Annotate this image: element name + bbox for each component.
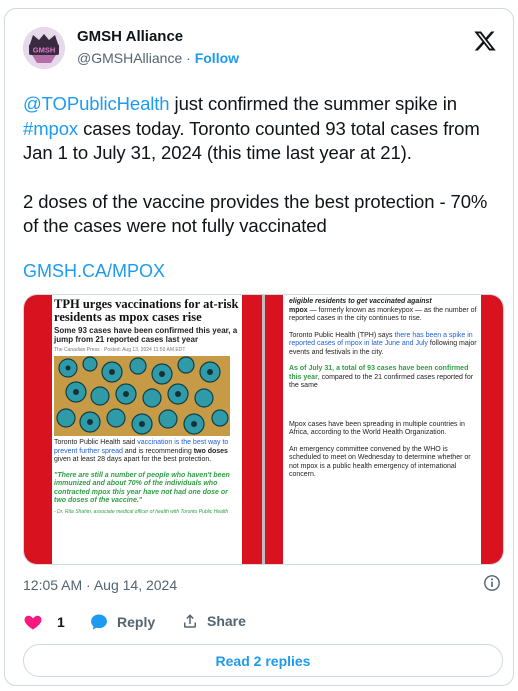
info-icon[interactable] (483, 574, 501, 592)
tweet-timestamp[interactable]: 12:05 AM · Aug 14, 2024 (23, 577, 177, 593)
article-left: TPH urges vaccinations for at-risk resid… (54, 298, 240, 515)
avatar-text: GMSH (33, 46, 56, 55)
article-right: eligible residents to get vaccinated aga… (289, 298, 477, 480)
tweet-header: GMSH GMSH Alliance @GMSHAlliance · Follo… (23, 25, 499, 69)
share-button[interactable]: Share (181, 612, 246, 630)
tweet-paragraph-2: 2 doses of the vaccine provides the best… (23, 190, 488, 237)
article-quote: "There are still a number of people who … (54, 471, 230, 505)
article-link[interactable]: GMSH.CA/MPOX (23, 261, 165, 282)
article-title: TPH urges vaccinations for at-risk resid… (54, 297, 239, 324)
heart-icon (24, 615, 42, 630)
author-handle[interactable]: @GMSHAlliance (77, 50, 182, 66)
red-border-right (481, 295, 503, 564)
speech-bubble-icon (91, 614, 107, 630)
author-handle-row: @GMSHAlliance · Follow (77, 50, 239, 66)
article-right-paragraph-5: An emergency committee convened by the W… (289, 445, 471, 479)
article-meta: The Canadian Press · Posted: Aug 13, 202… (54, 347, 186, 353)
media-panel-right[interactable]: eligible residents to get vaccinated aga… (265, 295, 503, 564)
hashtag-link[interactable]: #mpox (23, 118, 78, 139)
media-panel-left[interactable]: TPH urges vaccinations for at-risk resid… (24, 295, 262, 564)
red-border-left (24, 295, 52, 564)
author-display-name[interactable]: GMSH Alliance (77, 28, 239, 45)
action-bar: 1 Reply Share (23, 612, 499, 636)
article-right-paragraph-2: Toronto Public Health (TPH) says there h… (289, 332, 477, 358)
author-names: GMSH Alliance @GMSHAlliance · Follow (77, 28, 239, 66)
text-part: and is recommending (122, 447, 194, 455)
article-right-paragraph-3: As of July 31, a total of 93 cases have … (289, 365, 477, 391)
x-logo-icon[interactable] (473, 29, 497, 53)
virus-microscope-image (54, 356, 230, 436)
article-subtitle: Some 93 cases have been confirmed this y… (54, 326, 238, 344)
tweet-card: GMSH GMSH Alliance @GMSHAlliance · Follo… (4, 8, 514, 686)
text-part: — formerly known as monkeypox — as the n… (289, 306, 477, 323)
text-part: eligible residents to get vaccinated aga… (289, 298, 432, 305)
like-count: 1 (57, 614, 65, 630)
avatar[interactable]: GMSH (23, 27, 65, 69)
like-button[interactable]: 1 (23, 612, 65, 632)
avatar-logo-icon: GMSH (23, 27, 65, 69)
article-left-paragraph: Toronto Public Health said vaccination i… (54, 439, 240, 465)
share-upload-icon (184, 614, 196, 628)
text-part: given at least 28 days apart for the bes… (54, 456, 212, 463)
follow-link[interactable]: Follow (195, 50, 239, 66)
tweet-paragraph-1: @TOPublicHealth just confirmed the summe… (23, 92, 499, 166)
separator-dot: · (186, 50, 191, 66)
text-bold: two doses (193, 447, 228, 455)
red-border-left-inner (242, 295, 262, 564)
tweet-media[interactable]: TPH urges vaccinations for at-risk resid… (23, 294, 504, 565)
read-replies-button[interactable]: Read 2 replies (23, 644, 503, 677)
article-right-paragraph-4: Mpox cases have been spreading in multip… (289, 420, 465, 437)
share-label: Share (207, 613, 246, 629)
tweet-text-part: cases today. Toronto counted 93 total ca… (23, 117, 480, 164)
reply-button[interactable]: Reply (89, 612, 155, 632)
reply-label: Reply (117, 614, 156, 630)
tweet-text-part: just confirmed the summer spike in (169, 93, 458, 114)
red-border-right-inner (265, 295, 283, 564)
tweet-text: @TOPublicHealth just confirmed the summe… (23, 92, 499, 239)
text-bold: mpox (289, 306, 308, 314)
article-right-paragraph-1: eligible residents to get vaccinated aga… (289, 298, 477, 324)
article-attribution: - Dr. Rita Shahin, associate medical off… (54, 508, 229, 515)
text-part: Toronto Public Health said (54, 439, 138, 446)
mention-link[interactable]: @TOPublicHealth (23, 93, 170, 114)
text-part: Toronto Public Health (TPH) says (289, 331, 395, 339)
